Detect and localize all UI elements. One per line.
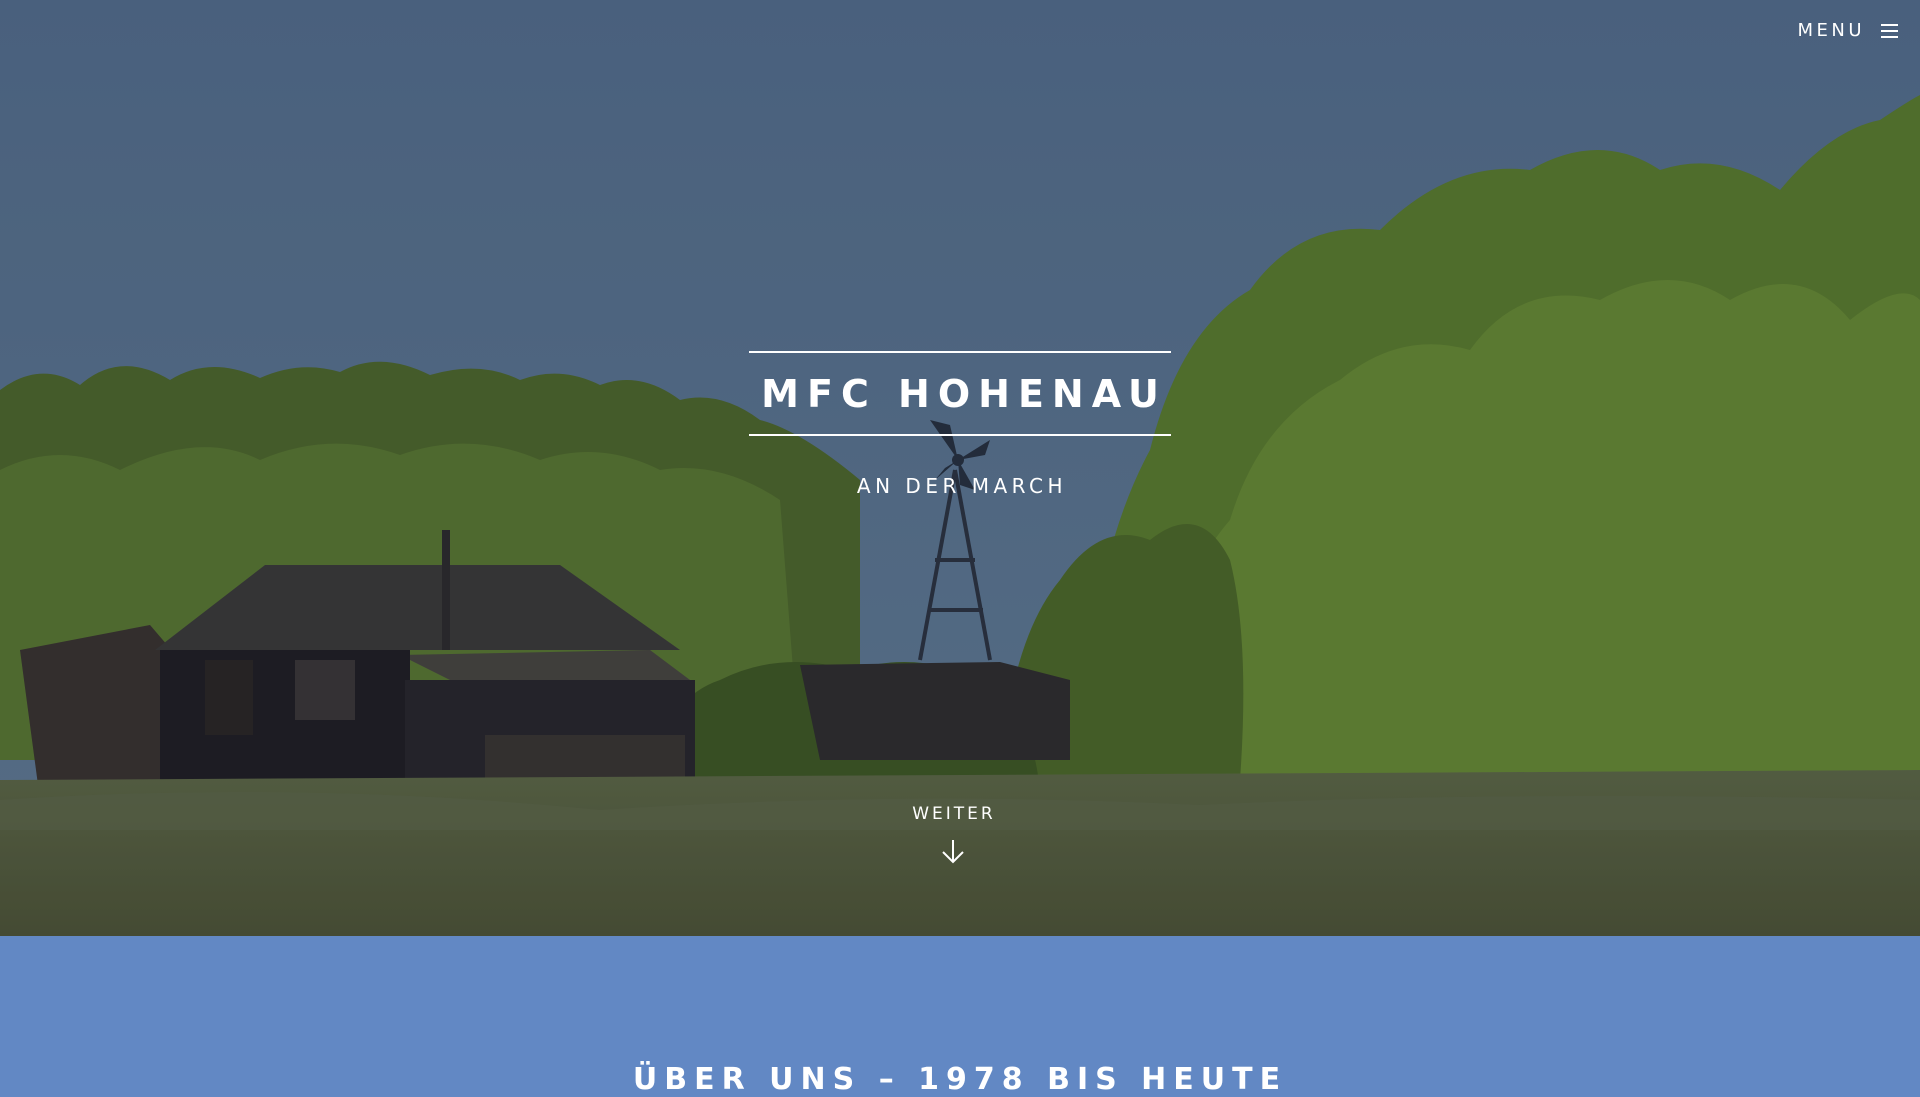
site-title: MFC HOHENAU (761, 371, 1167, 416)
hero-overlay (0, 0, 1920, 936)
scroll-down-button[interactable]: WEITER (880, 804, 1025, 864)
hero-section: MENU MFC HOHENAU AN DER MARCH WEITER (0, 0, 1920, 936)
menu-button[interactable]: MENU (1797, 20, 1898, 41)
site-title-block: MFC HOHENAU (749, 351, 1171, 436)
hamburger-icon (1881, 23, 1898, 38)
menu-label: MENU (1797, 20, 1865, 41)
arrow-down-icon (941, 840, 964, 864)
about-section (0, 936, 1920, 1080)
site-subtitle: AN DER MARCH (856, 474, 1068, 498)
scroll-label: WEITER (912, 804, 996, 824)
